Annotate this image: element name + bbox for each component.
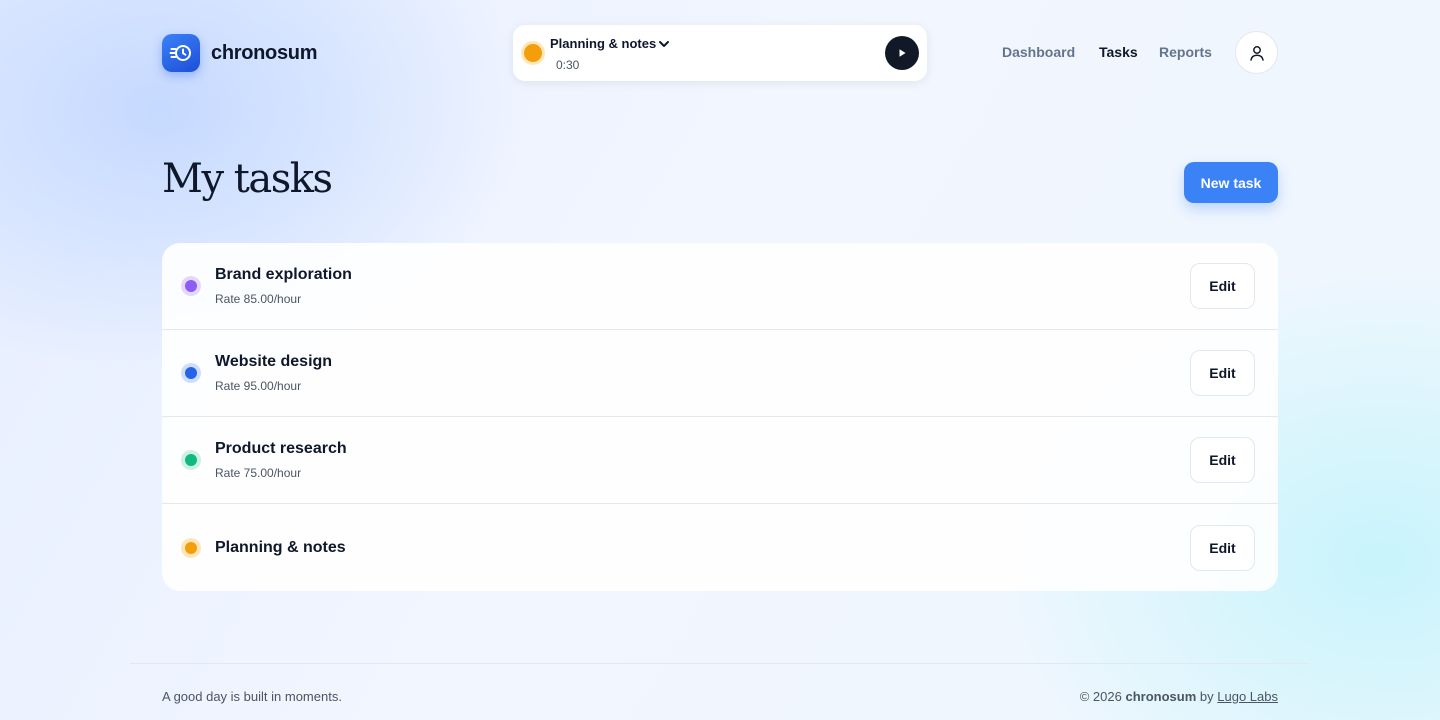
edit-task-button[interactable]: Edit — [1190, 437, 1255, 483]
task-row: Website design Rate 95.00/hour Edit — [162, 330, 1278, 417]
timer-task-selector[interactable]: Planning & notes — [550, 36, 885, 51]
task-color-dot — [181, 276, 201, 296]
app-logo[interactable]: chronosum — [162, 34, 318, 72]
task-name: Product research — [215, 440, 347, 457]
task-list: Brand exploration Rate 85.00/hour Edit W… — [162, 243, 1278, 591]
footer-tagline: A good day is built in moments. — [162, 689, 342, 704]
task-rate: Rate 95.00/hour — [215, 379, 302, 393]
task-info: Brand exploration Rate 85.00/hour — [215, 266, 1190, 306]
task-name: Planning & notes — [215, 538, 346, 556]
task-info: Planning & notes — [215, 539, 1190, 557]
company-link[interactable]: Lugo Labs — [1217, 689, 1278, 704]
nav-reports[interactable]: Reports — [1159, 44, 1212, 60]
task-color-dot — [181, 363, 201, 383]
task-rate: Rate 85.00/hour — [215, 292, 302, 306]
play-button[interactable] — [885, 36, 919, 70]
clock-history-icon — [162, 34, 200, 72]
chevron-down-icon — [659, 40, 670, 47]
timer-info: Planning & notes 0:30 — [550, 34, 885, 72]
timer-task-color-dot — [524, 44, 542, 62]
edit-task-button[interactable]: Edit — [1190, 263, 1255, 309]
page-title: My tasks — [162, 156, 333, 202]
task-info: Website design Rate 95.00/hour — [215, 353, 1190, 393]
play-icon — [899, 49, 906, 57]
copyright-prefix: © 2026 — [1079, 689, 1122, 704]
edit-task-button[interactable]: Edit — [1190, 524, 1255, 571]
user-menu-button[interactable] — [1235, 31, 1278, 74]
task-name: Website design — [215, 353, 333, 370]
edit-task-button[interactable]: Edit — [1190, 350, 1255, 396]
nav-dashboard[interactable]: Dashboard — [1002, 44, 1075, 60]
footer-copyright: © 2026 chronosum by Lugo Labs — [1080, 689, 1278, 704]
timer-elapsed: 0:30 — [556, 58, 580, 72]
copyright-brand: chronosum — [1125, 689, 1197, 704]
task-rate: Rate 75.00/hour — [215, 466, 302, 480]
copyright-by: by — [1199, 689, 1214, 704]
task-color-dot — [181, 450, 201, 470]
user-icon — [1249, 45, 1264, 61]
new-task-button[interactable]: New task — [1184, 162, 1278, 203]
task-name: Brand exploration — [215, 266, 352, 283]
app-name: chronosum — [211, 41, 318, 64]
task-color-dot — [181, 537, 201, 558]
active-timer: Planning & notes 0:30 — [513, 25, 927, 81]
task-row: Brand exploration Rate 85.00/hour Edit — [162, 243, 1278, 330]
footer-divider — [130, 663, 1310, 664]
timer-task-name: Planning & notes — [550, 36, 657, 51]
nav-tasks[interactable]: Tasks — [1099, 44, 1138, 60]
task-info: Product research Rate 75.00/hour — [215, 440, 1190, 480]
task-row: Product research Rate 75.00/hour Edit — [162, 417, 1278, 504]
task-row: Planning & notes Edit — [162, 504, 1278, 591]
